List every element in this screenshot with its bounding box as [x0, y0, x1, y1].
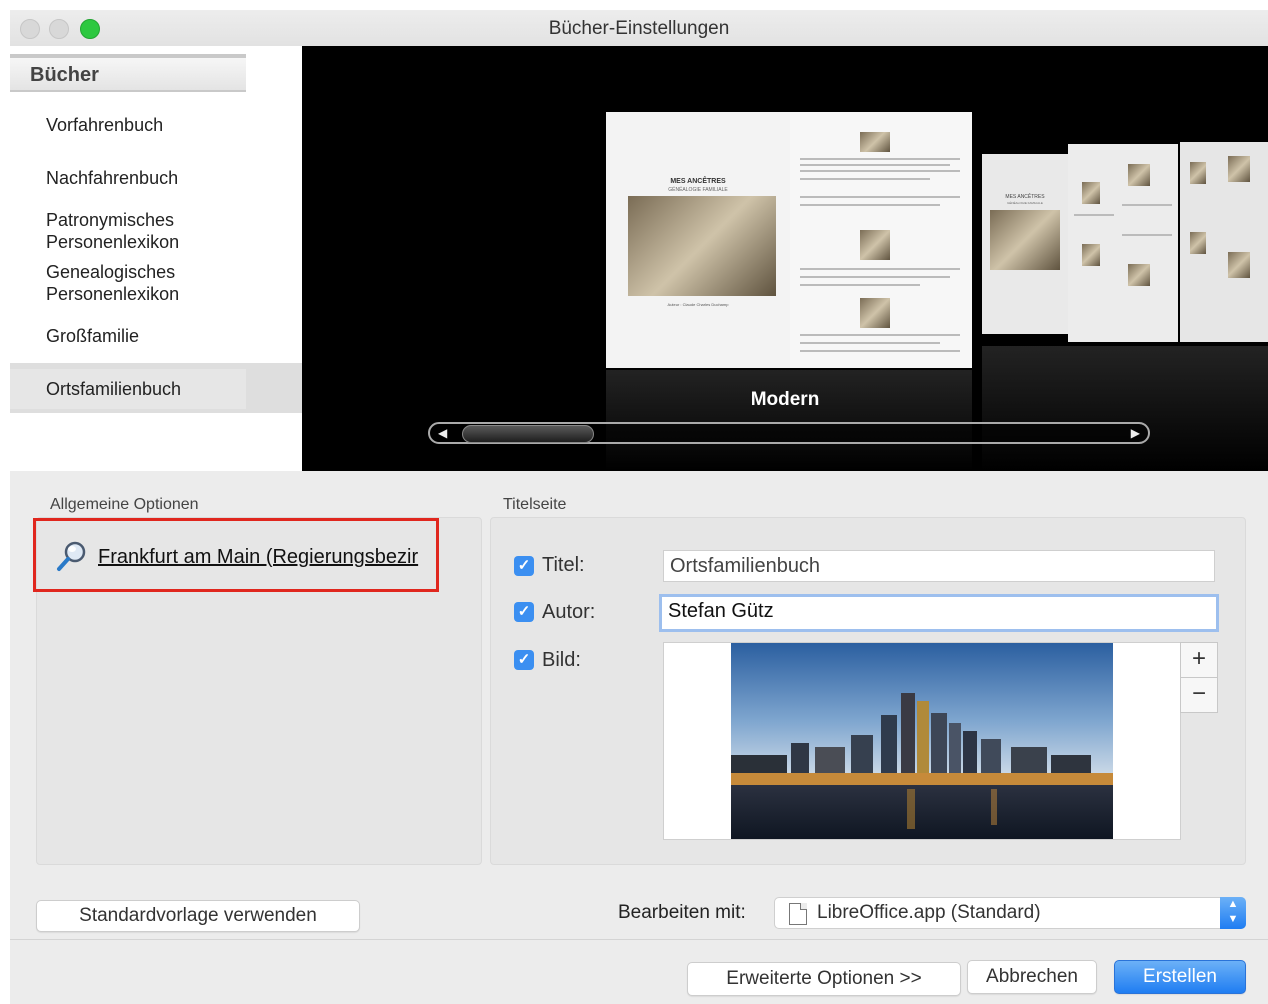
title-checkbox[interactable]: ✓	[514, 556, 534, 576]
author-checkbox-label: Autor:	[542, 601, 596, 623]
document-icon	[789, 903, 807, 925]
remove-image-button[interactable]: −	[1180, 677, 1218, 713]
coverflow-scrollbar[interactable]: ◀ ▶	[428, 422, 1150, 444]
sidebar-item-patronymisches-personenlexikon[interactable]: Patronymisches Personenlexikon	[46, 209, 179, 253]
book-cover-title: MES ANCÊTRES	[670, 178, 726, 185]
style-preview-coverflow[interactable]: MES ANCÊTRES GÉNÉALOGIE FAMILIALE Auteur…	[302, 46, 1268, 471]
title-field[interactable]: Ortsfamilienbuch	[663, 550, 1215, 582]
book-settings-window: Bücher-Einstellungen Bücher Vorfahrenbuc…	[10, 10, 1268, 1004]
side-book-2	[1068, 144, 1178, 342]
book-cover-photo	[628, 196, 776, 296]
side-book-1: MES ANCÊTRES GÉNÉALOGIE FAMILIALE	[982, 154, 1068, 334]
coverflow-scroll-thumb[interactable]	[462, 425, 594, 443]
author-field[interactable]: Stefan Gütz	[659, 594, 1219, 632]
title-page-label: Titelseite	[503, 496, 567, 513]
magnifier-icon	[57, 541, 86, 571]
sidebar-item-ortsfamilienbuch[interactable]: Ortsfamilienbuch	[46, 378, 181, 400]
book-right-page	[790, 112, 972, 368]
book-reflection	[606, 370, 972, 471]
style-name-label: Modern	[750, 389, 820, 410]
sidebar-item-nachfahrenbuch[interactable]: Nachfahrenbuch	[46, 167, 178, 189]
sidebar-header-label: Bücher	[30, 64, 99, 86]
side-book-subtitle: GÉNÉALOGIE FAMILIALE	[1007, 201, 1043, 205]
book-type-sidebar: Bücher Vorfahrenbuch Nachfahrenbuch Patr…	[10, 46, 302, 471]
side-book-title: MES ANCÊTRES	[1005, 194, 1045, 200]
title-checkbox-label: Titel:	[542, 554, 585, 576]
footer-divider	[10, 939, 1268, 940]
sidebar-item-grossfamilie[interactable]: Großfamilie	[46, 325, 139, 347]
sidebar-header: Bücher	[10, 54, 246, 92]
image-checkbox-label: Bild:	[542, 649, 581, 671]
cancel-button[interactable]: Abbrechen	[967, 960, 1097, 994]
side-book-3	[1180, 142, 1268, 342]
author-checkbox[interactable]: ✓	[514, 602, 534, 622]
window-title: Bücher-Einstellungen	[548, 18, 730, 39]
sidebar-item-genealogisches-personenlexikon[interactable]: Genealogisches Personenlexikon	[46, 261, 179, 305]
title-image-skyline	[731, 643, 1113, 839]
create-button[interactable]: Erstellen	[1114, 960, 1246, 994]
image-checkbox[interactable]: ✓	[514, 650, 534, 670]
place-link[interactable]: Frankfurt am Main (Regierungsbezir	[98, 546, 436, 569]
edit-with-label: Bearbeiten mit:	[618, 902, 746, 923]
sidebar-item-vorfahrenbuch[interactable]: Vorfahrenbuch	[46, 114, 163, 136]
edit-with-popup[interactable]: LibreOffice.app (Standard) ▲ ▼	[774, 897, 1246, 929]
title-bar: Bücher-Einstellungen	[10, 10, 1268, 47]
title-image-well[interactable]	[663, 642, 1181, 840]
book-cover-author: Auteur : Claude Charles Duchamp	[667, 302, 729, 307]
book-cover-subtitle: GÉNÉALOGIE FAMILIALE	[668, 187, 728, 193]
city-skyline-image	[731, 643, 1113, 839]
general-options-label: Allgemeine Optionen	[50, 496, 199, 513]
book-left-page: MES ANCÊTRES GÉNÉALOGIE FAMILIALE Auteur…	[606, 112, 790, 368]
scroll-right-arrow-icon[interactable]: ▶	[1131, 426, 1140, 440]
advanced-options-button[interactable]: Erweiterte Optionen >>	[687, 962, 961, 996]
default-template-button[interactable]: Standardvorlage verwenden	[36, 900, 360, 932]
scroll-left-arrow-icon[interactable]: ◀	[438, 426, 447, 440]
popup-stepper-icon: ▲ ▼	[1220, 897, 1246, 929]
edit-with-value: LibreOffice.app (Standard)	[817, 902, 1041, 923]
add-image-button[interactable]: +	[1180, 642, 1218, 678]
